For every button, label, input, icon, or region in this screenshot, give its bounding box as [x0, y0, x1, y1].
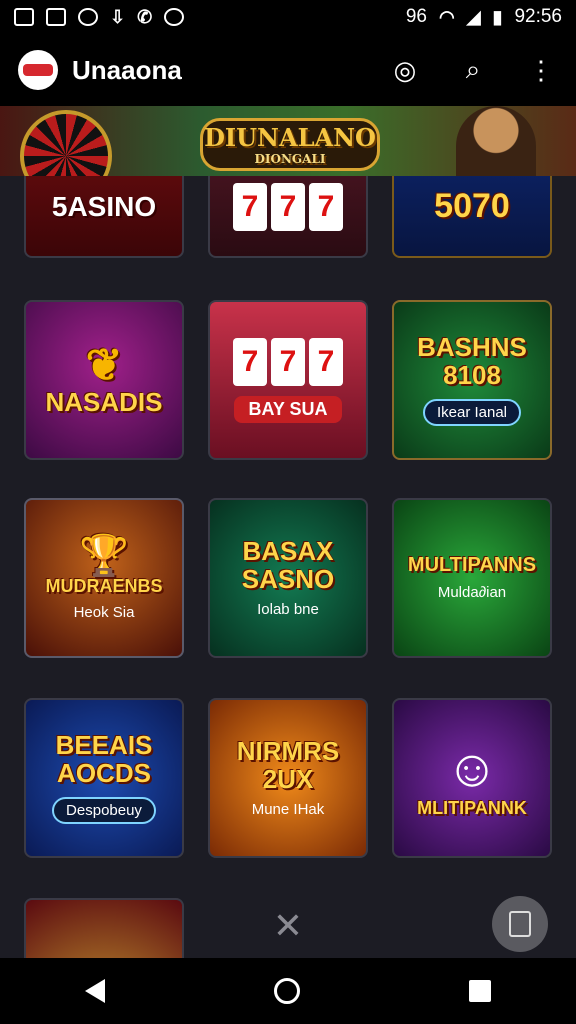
tile-5asino[interactable]: 5ASINO: [24, 176, 184, 258]
tile-title: 5ASINO: [51, 191, 157, 223]
tile-beeais-aocds[interactable]: BEEAIS AOCDS Despobeuy: [24, 698, 184, 858]
home-button[interactable]: [273, 978, 300, 1004]
image-icon: [46, 8, 66, 26]
game-grid: 5ASINO 7 7 7 5070 ❦ NASADIS 7 7 7 BAY SU…: [0, 176, 576, 958]
tile-title: BASAX SASNO: [241, 536, 335, 594]
network-label: 96: [405, 6, 427, 27]
slot-reels: 7 7 7: [233, 183, 343, 231]
tile-title: NASADIS: [45, 387, 163, 418]
tile-5070[interactable]: 5070: [392, 176, 552, 258]
tile-bay-sua[interactable]: 7 7 7 BAY SUA: [208, 300, 368, 460]
tile-multipanns[interactable]: MULTIPANNS Mulda∂ian: [392, 498, 552, 658]
tile-multipannk[interactable]: ☺ MLITIPANNK: [392, 698, 552, 858]
tile-caption: Heok Sia: [73, 603, 135, 621]
tile-slots-reels[interactable]: 7 7 7: [208, 176, 368, 258]
banner-title: DIUNALANO DIONGALI: [200, 118, 380, 171]
tile-basans-8108[interactable]: BASHNS 8108 Ikear Ianal: [392, 300, 552, 460]
slot-reels: 7 7 7: [233, 337, 343, 386]
tile-caption: Despobeuy: [52, 796, 156, 824]
tile-nasadis[interactable]: ❦ NASADIS: [24, 300, 184, 460]
tile-caption: Iolab bne: [257, 600, 319, 618]
tile-caption: Mulda∂ian: [437, 584, 507, 601]
tile-title: MULTIPANNS: [407, 554, 537, 576]
tile-mudraenbs[interactable]: 🏆 MUDRAENBS Heok Sia: [24, 498, 184, 658]
banner-character-image: [456, 106, 536, 176]
tile-caption: Ikear Ianal: [422, 398, 522, 426]
more-vert-icon[interactable]: ⋮: [524, 53, 558, 87]
qr-icon[interactable]: ◎: [388, 53, 422, 87]
clock: 92:56: [514, 6, 562, 27]
horn-logo-icon: ❦: [85, 341, 123, 391]
promo-banner[interactable]: DIUNALANO DIONGALI: [0, 106, 576, 176]
download-icon: ⇩: [110, 6, 126, 27]
system-nav-bar: [0, 958, 576, 1024]
status-bar: ⇩ ✆ 96 ◠ ◢ ▮ 92:56: [0, 0, 576, 34]
reel: 7: [309, 183, 343, 231]
battery-icon: ▮: [492, 6, 503, 27]
reel: 7: [309, 337, 343, 386]
call-icon: ✆: [137, 6, 153, 27]
trophy-icon: 🏆: [79, 534, 129, 579]
clipboard-fab-button[interactable]: [492, 896, 548, 952]
circle-icon: [164, 8, 185, 26]
reel: 7: [271, 183, 305, 231]
signal-icon: ◢: [466, 6, 481, 27]
close-icon[interactable]: ✕: [268, 906, 308, 946]
tile-nirmrs-2ux[interactable]: NIRMRS 2UX Mune IHak: [208, 698, 368, 858]
app-title: Unaaona: [72, 54, 182, 85]
search-icon[interactable]: ⌕: [456, 53, 490, 87]
reel: 7: [233, 183, 267, 231]
character-avatar-icon: ☺: [445, 739, 499, 798]
tile-title: 5070: [434, 187, 510, 226]
banner-subtitle: DIONGALI: [254, 152, 326, 166]
tile-title: MUDRAENBS: [45, 576, 163, 597]
reel: 7: [271, 337, 305, 386]
tile-basax-sasno[interactable]: BASAX SASNO Iolab bne: [208, 498, 368, 658]
roulette-wheel-icon: [20, 110, 112, 176]
recents-button[interactable]: [469, 980, 492, 1002]
tile-title: NIRMRS 2UX: [236, 736, 340, 794]
back-button[interactable]: [84, 979, 105, 1003]
sync-icon: [78, 8, 98, 26]
tile-partial[interactable]: [24, 898, 184, 958]
tile-title: BASHNS 8108: [417, 332, 527, 390]
wifi-icon: ◠: [438, 6, 455, 27]
banner-title-text: DIUNALANO: [204, 123, 376, 152]
tile-title: BEEAIS AOCDS: [55, 730, 153, 788]
tile-caption: BAY SUA: [234, 395, 342, 423]
reel: 7: [233, 337, 267, 386]
gallery-icon: [14, 8, 34, 26]
app-bar: Unaaona ◎ ⌕ ⋮: [0, 34, 576, 106]
tile-title: MLITIPANNK: [417, 797, 527, 818]
app-logo: [18, 50, 58, 90]
tile-caption: Mune IHak: [251, 800, 325, 818]
